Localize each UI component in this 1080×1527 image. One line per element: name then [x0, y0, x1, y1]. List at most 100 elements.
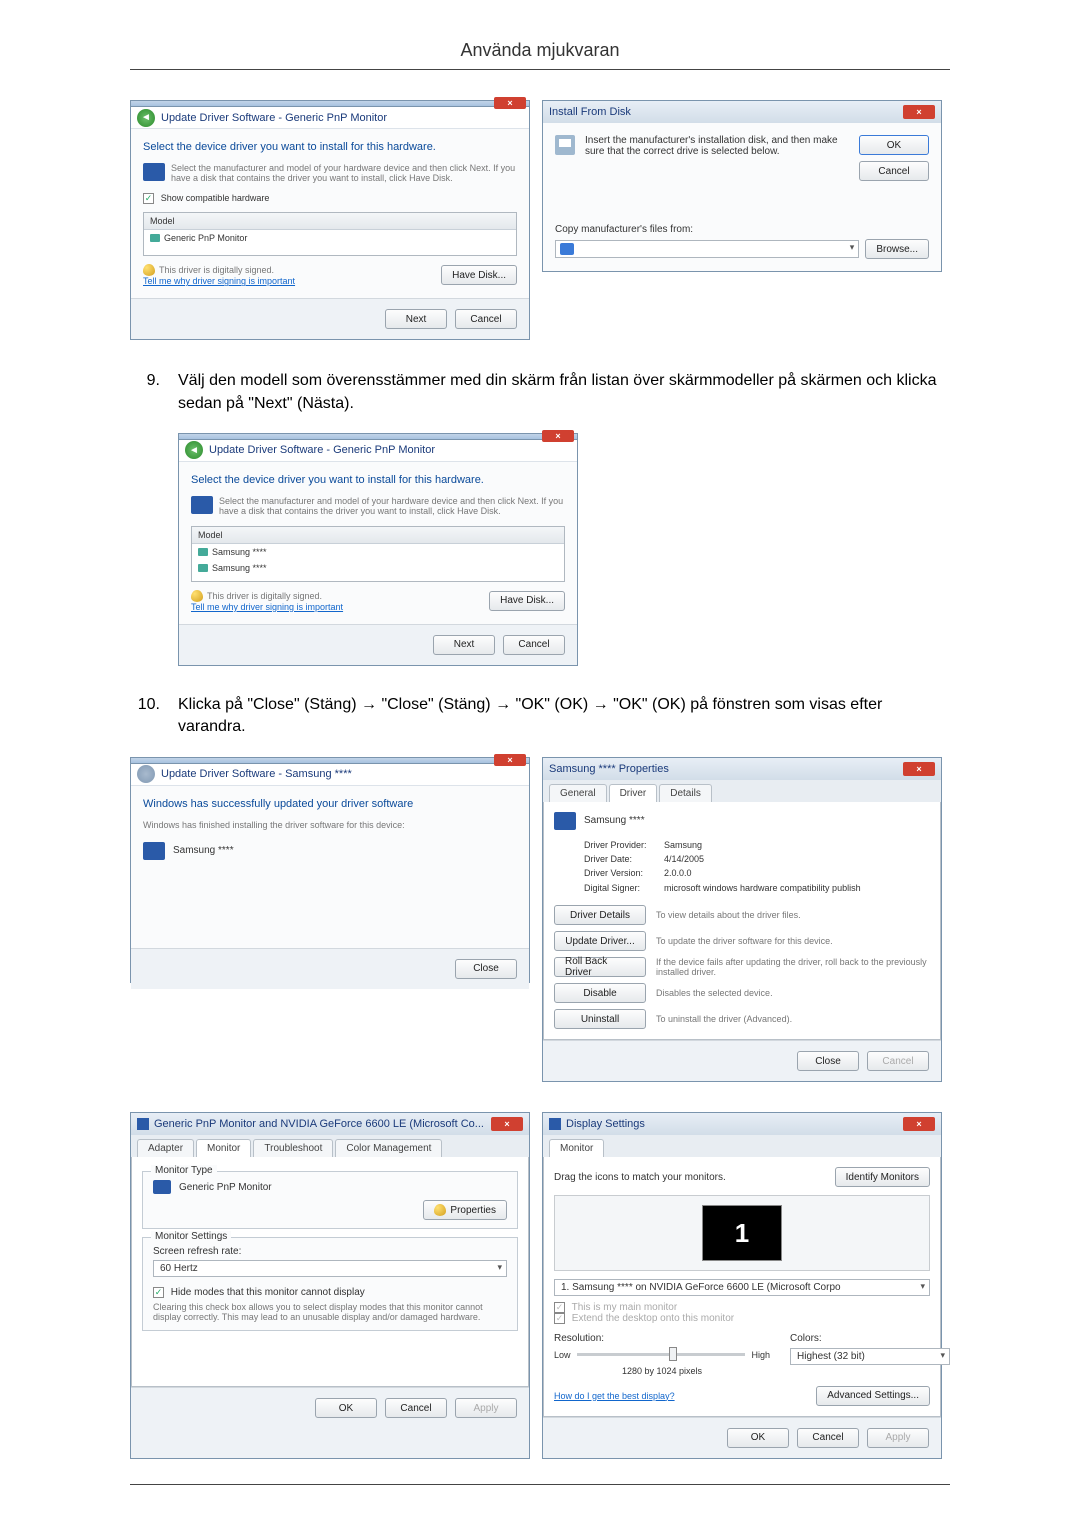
- drive-icon: [560, 243, 574, 255]
- list-item[interactable]: Generic PnP Monitor: [144, 230, 516, 246]
- hide-modes-text: Clearing this check box allows you to se…: [153, 1302, 507, 1322]
- shield-icon: [191, 590, 203, 602]
- app-icon: [549, 1118, 561, 1130]
- device-name: Samsung ****: [173, 845, 234, 856]
- advanced-button[interactable]: Advanced Settings...: [816, 1386, 930, 1406]
- signed-text: This driver is digitally signed.: [159, 265, 274, 275]
- monitor-settings-legend: Monitor Settings: [151, 1231, 231, 1242]
- close-icon[interactable]: ×: [903, 1117, 935, 1131]
- driver-details-text: To view details about the driver files.: [656, 910, 801, 920]
- cancel-button[interactable]: Cancel: [797, 1428, 859, 1448]
- date-label: Driver Date:: [584, 852, 664, 866]
- best-display-link[interactable]: How do I get the best display?: [554, 1391, 675, 1401]
- extend-checkbox: ✓: [554, 1313, 565, 1324]
- update-driver-text: To update the driver software for this d…: [656, 936, 833, 946]
- device-name: Samsung ****: [584, 815, 645, 826]
- window-display-settings: Display Settings × Monitor Drag the icon…: [542, 1112, 942, 1458]
- step-number: 10.: [130, 694, 160, 739]
- close-button[interactable]: Close: [455, 959, 517, 979]
- window-adapter-properties: Generic PnP Monitor and NVIDIA GeForce 6…: [130, 1112, 530, 1458]
- refresh-dropdown[interactable]: 60 Hertz: [153, 1260, 507, 1277]
- window-title: Update Driver Software - Generic PnP Mon…: [209, 444, 435, 456]
- have-disk-button[interactable]: Have Disk...: [489, 591, 565, 611]
- ok-button[interactable]: OK: [727, 1428, 789, 1448]
- tabstrip: Adapter Monitor Troubleshoot Color Manag…: [131, 1135, 529, 1157]
- prov-value: Samsung: [664, 840, 702, 850]
- tab-general[interactable]: General: [549, 784, 607, 802]
- have-disk-button[interactable]: Have Disk...: [441, 265, 517, 285]
- prov-label: Driver Provider:: [584, 838, 664, 852]
- list-item[interactable]: Samsung ****: [192, 544, 564, 560]
- tab-color[interactable]: Color Management: [335, 1139, 442, 1157]
- back-icon: [137, 765, 155, 783]
- footer-divider: [130, 1484, 950, 1485]
- step-text: Välj den modell som överensstämmer med d…: [178, 370, 950, 415]
- uninstall-text: To uninstall the driver (Advanced).: [656, 1014, 792, 1024]
- properties-button[interactable]: Properties: [423, 1200, 507, 1220]
- colors-dropdown[interactable]: Highest (32 bit): [790, 1348, 950, 1365]
- window-title: Update Driver Software - Samsung ****: [161, 768, 352, 780]
- hide-modes-checkbox[interactable]: ✓: [153, 1287, 164, 1298]
- tab-adapter[interactable]: Adapter: [137, 1139, 194, 1157]
- colors-label: Colors:: [790, 1333, 930, 1344]
- sub-text: Windows has finished installing the driv…: [143, 820, 517, 830]
- tab-monitor[interactable]: Monitor: [549, 1139, 604, 1157]
- identify-button[interactable]: Identify Monitors: [835, 1167, 930, 1187]
- ok-button[interactable]: OK: [859, 135, 929, 155]
- device-dropdown[interactable]: 1. Samsung **** on NVIDIA GeForce 6600 L…: [554, 1279, 930, 1296]
- close-icon[interactable]: ×: [491, 1117, 523, 1131]
- close-button[interactable]: Close: [797, 1051, 859, 1071]
- tab-troubleshoot[interactable]: Troubleshoot: [253, 1139, 333, 1157]
- model-listbox[interactable]: Model Samsung **** Samsung ****: [191, 526, 565, 582]
- update-driver-button[interactable]: Update Driver...: [554, 931, 646, 951]
- window-title: Display Settings: [566, 1118, 645, 1130]
- close-icon[interactable]: ×: [494, 97, 526, 109]
- close-icon[interactable]: ×: [903, 105, 935, 119]
- monitor-icon: [143, 163, 165, 181]
- resolution-slider[interactable]: [577, 1353, 746, 1356]
- rollback-button[interactable]: Roll Back Driver: [554, 957, 646, 977]
- device-icon: [150, 234, 160, 242]
- close-icon[interactable]: ×: [903, 762, 935, 776]
- show-compatible-checkbox[interactable]: ✓: [143, 193, 154, 204]
- close-icon[interactable]: ×: [542, 430, 574, 442]
- ver-value: 2.0.0.0: [664, 868, 692, 878]
- next-button[interactable]: Next: [385, 309, 447, 329]
- disable-button[interactable]: Disable: [554, 983, 646, 1003]
- signing-link[interactable]: Tell me why driver signing is important: [143, 276, 295, 286]
- next-button[interactable]: Next: [433, 635, 495, 655]
- monitor-icon: [153, 1180, 171, 1194]
- cancel-button[interactable]: Cancel: [859, 161, 929, 181]
- cancel-button[interactable]: Cancel: [503, 635, 565, 655]
- app-icon: [137, 1118, 149, 1130]
- insert-disk-text: Insert the manufacturer's installation d…: [585, 135, 849, 181]
- model-column: Model: [144, 213, 516, 230]
- cancel-button[interactable]: Cancel: [455, 309, 517, 329]
- model-listbox[interactable]: Model Generic PnP Monitor: [143, 212, 517, 256]
- list-item[interactable]: Samsung ****: [192, 560, 564, 576]
- copy-from-combo[interactable]: [555, 240, 859, 258]
- window-title: Samsung **** Properties: [549, 763, 669, 775]
- monitor-type-legend: Monitor Type: [151, 1165, 217, 1176]
- signed-text: This driver is digitally signed.: [207, 591, 322, 601]
- close-icon[interactable]: ×: [494, 754, 526, 766]
- tab-details[interactable]: Details: [659, 784, 712, 802]
- window-title: Install From Disk: [549, 106, 631, 118]
- ok-button[interactable]: OK: [315, 1398, 377, 1418]
- monitor-thumb[interactable]: 1: [702, 1205, 782, 1261]
- date-value: 4/14/2005: [664, 854, 704, 864]
- cancel-button[interactable]: Cancel: [385, 1398, 447, 1418]
- driver-details-button[interactable]: Driver Details: [554, 905, 646, 925]
- tab-driver[interactable]: Driver: [609, 784, 658, 802]
- signing-link[interactable]: Tell me why driver signing is important: [191, 602, 343, 612]
- device-icon: [198, 564, 208, 572]
- back-icon[interactable]: ◄: [185, 441, 203, 459]
- refresh-label: Screen refresh rate:: [153, 1246, 507, 1257]
- tab-monitor[interactable]: Monitor: [196, 1139, 251, 1157]
- uninstall-button[interactable]: Uninstall: [554, 1009, 646, 1029]
- page-title: Använda mjukvaran: [0, 0, 1080, 69]
- main-monitor-checkbox: ✓: [554, 1302, 565, 1313]
- back-icon[interactable]: ◄: [137, 109, 155, 127]
- browse-button[interactable]: Browse...: [865, 239, 929, 259]
- monitor-preview[interactable]: 1: [554, 1195, 930, 1271]
